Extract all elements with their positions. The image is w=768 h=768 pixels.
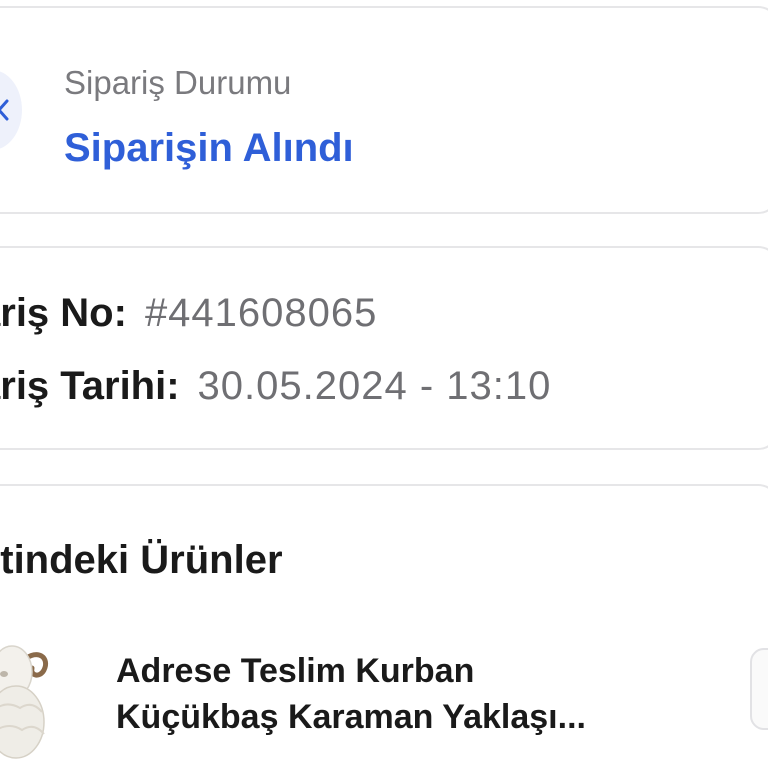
chevron-left-icon[interactable]: [0, 70, 22, 150]
order-status-label: Sipariş Durumu: [64, 64, 292, 101]
order-status-card: Sipariş Durumu Siparişin Alındı: [0, 6, 768, 214]
order-date-row: ariş Tarihi: 30.05.2024 - 13:10: [0, 366, 551, 406]
order-date-label: ariş Tarihi:: [0, 364, 180, 408]
order-status-value: Siparişin Alındı: [64, 126, 354, 170]
order-date-value: 30.05.2024 - 13:10: [197, 364, 552, 408]
sheep-image: [0, 645, 48, 759]
order-number-value: #441608065: [144, 291, 378, 335]
order-number-row: ariş No: #441608065: [0, 293, 377, 333]
product-title-line2: Küçükbaş Karaman Yaklaşı...: [116, 698, 586, 736]
product-title-line1: Adrese Teslim Kurban: [116, 652, 475, 690]
chevron-left-glyph: [0, 99, 9, 121]
product-title[interactable]: Adrese Teslim Kurban Küçükbaş Karaman Ya…: [116, 648, 676, 740]
order-number-label: ariş No:: [0, 291, 127, 335]
items-section-title: etindeki Ürünler: [0, 538, 283, 582]
product-action-button[interactable]: [750, 648, 768, 730]
order-info-card: [0, 246, 768, 450]
product-thumbnail[interactable]: [0, 630, 56, 760]
